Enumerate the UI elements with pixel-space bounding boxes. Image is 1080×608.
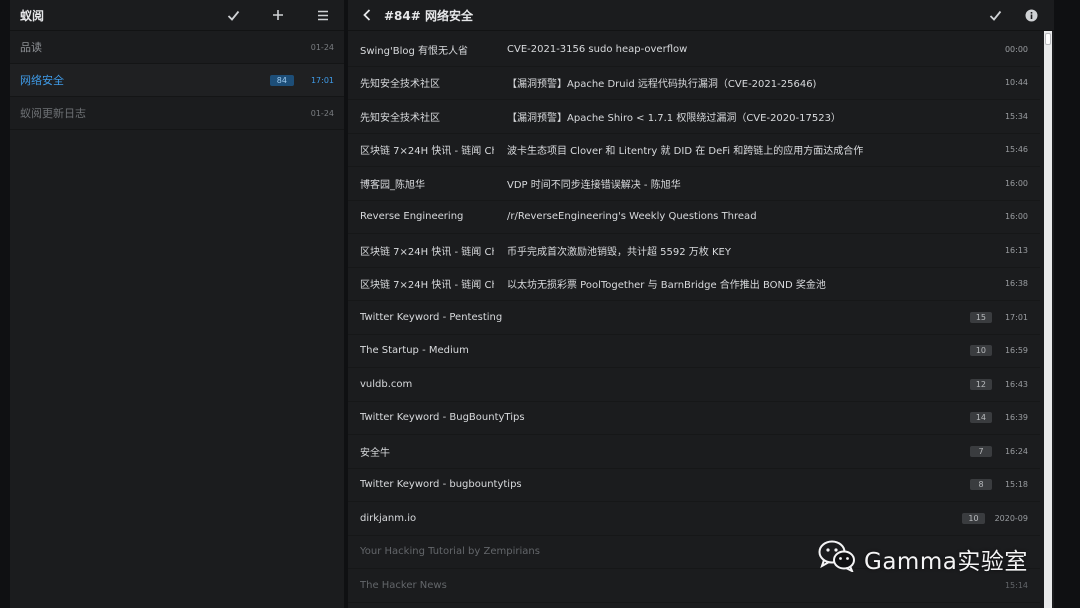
feed-source: dirkjanm.io — [360, 512, 417, 524]
feed-source: 区块链 7×24H 快讯 - 链闻 Cha — [360, 246, 494, 258]
feed-source: 安全牛 — [360, 447, 390, 459]
back-icon[interactable] — [358, 6, 376, 24]
feed-source: vuldb.com — [360, 378, 413, 390]
list-item[interactable]: 博客园_陈旭华 VDP 时间不同步连接错误解决 - 陈旭华 16:00 — [348, 167, 1040, 201]
feed-group-row[interactable]: Twitter Keyword - BugBountyTips 14 16:39 — [348, 402, 1040, 435]
story-time: 16:39 — [1004, 413, 1028, 423]
sidebar-item-time: 17:01 — [310, 75, 334, 85]
plus-icon[interactable] — [267, 4, 289, 26]
story-time: 16:00 — [1004, 178, 1028, 188]
story-time: 15:18 — [1004, 480, 1028, 490]
sidebar-item-network-security[interactable]: 网络安全 84 17:01 — [10, 64, 344, 97]
unread-count-badge: 10 — [969, 345, 992, 357]
feed-source: Twitter Keyword - Pentesting — [360, 311, 503, 323]
feed-source: Swing'Blog 有恨无人省 — [360, 45, 469, 57]
unread-count-badge: 14 — [969, 412, 992, 424]
story-title: 【漏洞预警】Apache Shiro < 1.7.1 权限绕过漏洞（CVE-20… — [507, 112, 841, 124]
unread-count-badge: 84 — [269, 74, 294, 86]
check-icon[interactable] — [222, 4, 244, 26]
feed-group-row[interactable]: dirkjanm.io 10 2020-09 — [348, 502, 1040, 536]
check-icon[interactable] — [984, 4, 1006, 26]
story-title: 波卡生态项目 Clover 和 Litentry 就 DID 在 DeFi 和跨… — [507, 146, 864, 158]
story-time: 00:00 — [1004, 44, 1028, 54]
feed-source: The Startup - Medium — [360, 345, 469, 357]
sidebar-item-label: 品读 — [20, 41, 42, 54]
list-item[interactable]: 先知安全技术社区 【漏洞预警】Apache Druid 远程代码执行漏洞（CVE… — [348, 67, 1040, 100]
unread-count-badge: 8 — [970, 479, 992, 491]
list-item[interactable]: 区块链 7×24H 快讯 - 链闻 Cha 以太坊无损彩票 PoolTogeth… — [348, 268, 1040, 301]
story-time: 10:44 — [1004, 78, 1028, 88]
story-time: 16:38 — [1004, 279, 1028, 289]
story-title: /r/ReverseEngineering's Weekly Questions… — [507, 211, 757, 223]
feed-source: Twitter Keyword - BugBountyTips — [360, 412, 525, 424]
sidebar-item-changelog[interactable]: 蚁阅更新日志 01-24 — [10, 97, 344, 130]
story-title: 以太坊无损彩票 PoolTogether 与 BarnBridge 合作推出 B… — [507, 280, 826, 292]
feed-source: Reverse Engineering — [360, 211, 464, 223]
main-header: #84# 网络安全 — [348, 0, 1054, 31]
sidebar-item-label: 网络安全 — [20, 74, 64, 87]
story-title: CVE-2021-3156 sudo heap-overflow — [507, 43, 688, 55]
story-time: 2020-09 — [994, 513, 1028, 523]
feed-source: 博客园_陈旭华 — [360, 179, 425, 191]
story-time: 15:14 — [1004, 580, 1028, 590]
story-title: VDP 时间不同步连接错误解决 - 陈旭华 — [507, 179, 681, 191]
feed-source: The Hacker News — [360, 579, 447, 591]
story-list-panel: #84# 网络安全 Swing'Blog 有恨无人省 CVE-2021-3156… — [348, 0, 1054, 608]
sidebar-header: 蚁阅 — [10, 0, 344, 31]
story-title: 币乎完成首次激励池销毁，共计超 5592 万枚 KEY — [507, 246, 731, 258]
feed-source: 先知安全技术社区 — [360, 112, 440, 124]
unread-count-badge: 15 — [969, 311, 992, 323]
feed-group-row[interactable]: vuldb.com 12 16:43 — [348, 368, 1040, 402]
feed-source: 区块链 7×24H 快讯 - 链闻 Cha — [360, 280, 494, 292]
feed-source: Twitter Keyword - bugbountytips — [360, 479, 522, 491]
story-time: 15:34 — [1004, 111, 1028, 121]
story-time: 16:43 — [1004, 379, 1028, 389]
scrollbar[interactable] — [1044, 31, 1052, 608]
unread-count-badge: 10 — [962, 512, 985, 524]
sidebar-item-time: 01-24 — [310, 42, 334, 52]
feed-source: 区块链 7×24H 快讯 - 链闻 Cha — [360, 146, 494, 158]
sidebar-item-pindu[interactable]: 品读 01-24 — [10, 31, 344, 64]
unread-count-badge: 7 — [970, 445, 992, 457]
story-list: Swing'Blog 有恨无人省 CVE-2021-3156 sudo heap… — [348, 33, 1040, 603]
scrollbar-thumb[interactable] — [1045, 33, 1051, 45]
story-time: 15:46 — [1004, 145, 1028, 155]
story-time: 16:13 — [1004, 245, 1028, 255]
feed-source: 先知安全技术社区 — [360, 79, 440, 91]
list-item[interactable]: 区块链 7×24H 快讯 - 链闻 Cha 币乎完成首次激励池销毁，共计超 55… — [348, 234, 1040, 268]
feed-group-row[interactable]: The Startup - Medium 10 16:59 — [348, 335, 1040, 368]
sidebar-item-time: 01-24 — [310, 108, 334, 118]
feed-group-row[interactable]: Twitter Keyword - bugbountytips 8 15:18 — [348, 469, 1040, 502]
info-icon[interactable] — [1020, 4, 1042, 26]
feed-group-row[interactable]: 安全牛 7 16:24 — [348, 435, 1040, 469]
sidebar-item-label: 蚁阅更新日志 — [20, 107, 86, 120]
unread-count-badge: 12 — [969, 378, 992, 390]
story-time: 16:59 — [1004, 346, 1028, 356]
watermark: Gamma实验室 — [818, 540, 1028, 578]
app-window: 蚁阅 品读 01-24 网络安全 84 17:01 蚁阅更新日志 01-24 #… — [0, 0, 1080, 608]
watermark-text: Gamma实验室 — [864, 549, 1028, 575]
wechat-icon — [818, 540, 856, 578]
feed-group-row[interactable]: Twitter Keyword - Pentesting 15 17:01 — [348, 301, 1040, 335]
menu-icon[interactable] — [312, 4, 334, 26]
app-title: 蚁阅 — [20, 8, 45, 23]
story-time: 17:01 — [1004, 312, 1028, 322]
list-item[interactable]: Swing'Blog 有恨无人省 CVE-2021-3156 sudo heap… — [348, 33, 1040, 67]
story-time: 16:00 — [1004, 212, 1028, 222]
story-time: 16:24 — [1004, 446, 1028, 456]
list-item[interactable]: Reverse Engineering /r/ReverseEngineerin… — [348, 201, 1040, 234]
sidebar: 蚁阅 品读 01-24 网络安全 84 17:01 蚁阅更新日志 01-24 — [10, 0, 344, 608]
list-item[interactable]: 区块链 7×24H 快讯 - 链闻 Cha 波卡生态项目 Clover 和 Li… — [348, 134, 1040, 167]
page-title: #84# 网络安全 — [384, 8, 473, 23]
list-item[interactable]: 先知安全技术社区 【漏洞预警】Apache Shiro < 1.7.1 权限绕过… — [348, 100, 1040, 134]
story-title: 【漏洞预警】Apache Druid 远程代码执行漏洞（CVE-2021-256… — [507, 79, 817, 91]
